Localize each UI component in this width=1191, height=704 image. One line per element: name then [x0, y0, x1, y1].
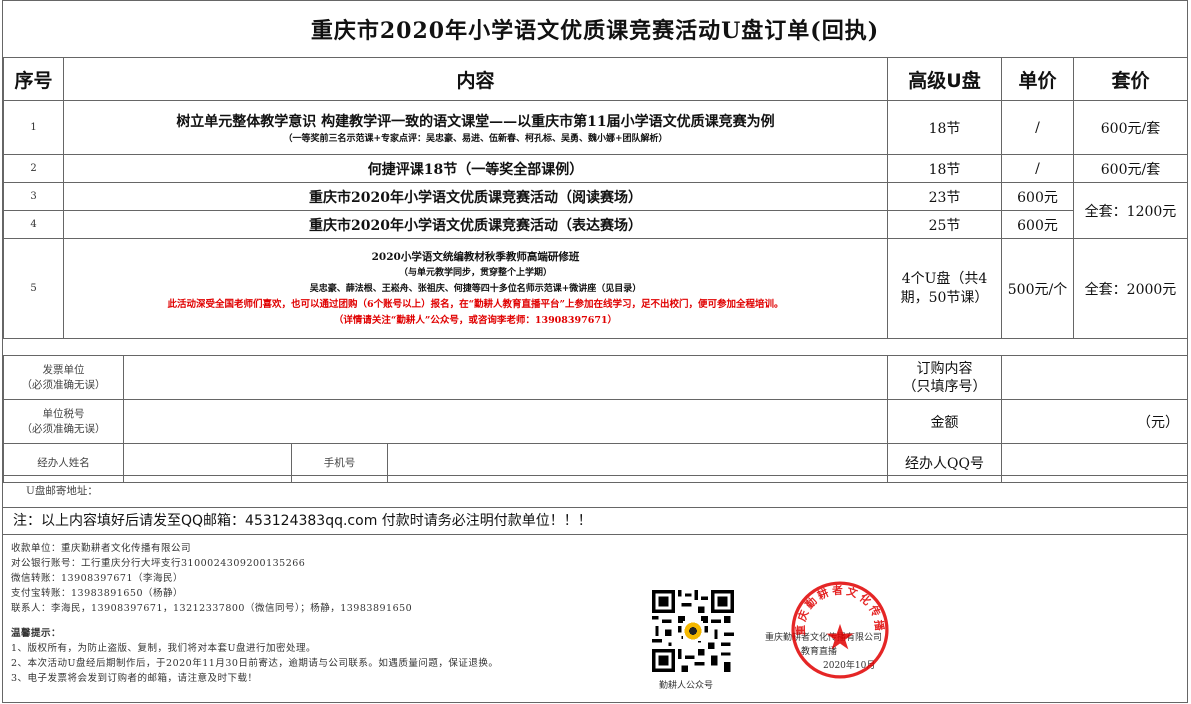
row-no: 1: [3, 100, 64, 155]
row-udisk: 4个U盘（共4期，50节课）: [887, 238, 1002, 339]
qr-code-icon: [652, 590, 734, 672]
col-content: 内容: [63, 57, 888, 101]
row-price: 600元: [1001, 210, 1074, 239]
order-content-field[interactable]: [1001, 355, 1189, 400]
col-no: 序号: [3, 57, 64, 101]
table-row: 5 2020小学语文统编教材秋季教师高端研修班 （与单元教学同步，贯穿整个上学期…: [3, 238, 1188, 339]
row-udisk: 25节: [887, 210, 1002, 239]
alipay-transfer: 支付宝转账：13983891650（杨静）: [11, 588, 183, 599]
row-udisk: 18节: [887, 100, 1002, 155]
row-udisk: 18节: [887, 154, 1002, 183]
invoice-unit-label: 发票单位 （必须准确无误）: [3, 355, 124, 400]
row-price: 600元: [1001, 182, 1074, 211]
info-form: 发票单位 （必须准确无误） 订购内容 （只填序号） 单位税号 （必须准确无误） 金额 …: [3, 355, 1189, 483]
row-price: /: [1001, 100, 1074, 155]
tip-item: 1、版权所有，为防止盗版、复制，我们将对本套U盘进行加密处理。: [11, 643, 317, 654]
row-title: 树立单元整体教学意识 构建教学评一致的语文课堂——以重庆市第11届小学语文优质课…: [176, 114, 775, 130]
row-set: 600元/套: [1073, 154, 1188, 183]
col-price: 单价: [1001, 57, 1074, 101]
row-udisk: 23节: [887, 182, 1002, 211]
bank-account: 对公银行账号：工行重庆分行大坪支行3100024309200135266: [11, 558, 306, 569]
row-price: 500元/个: [1001, 238, 1074, 339]
order-form: 重庆市2020年小学语文优质课竞赛活动U盘订单(回执) 序号 内容 高级U盘 单…: [2, 0, 1189, 703]
row-price: /: [1001, 154, 1074, 183]
row-subtitle: （与单元教学同步，贯穿整个上学期）: [398, 267, 552, 278]
row-title: 2020小学语文统编教材秋季教师高端研修班: [371, 250, 580, 263]
col-udisk: 高级U盘: [887, 57, 1002, 101]
wechat-transfer: 微信转账：13908397671（李海民）: [11, 573, 183, 584]
row-title: 重庆市2020年小学语文优质课竞赛活动（表达赛场）: [63, 210, 888, 239]
page-title: 重庆市2020年小学语文优质课竞赛活动U盘订单(回执): [3, 1, 1187, 58]
row-teachers: 吴忠豪、薛法根、王崧舟、张祖庆、何捷等四十多位名师示范课+微讲座（见目录）: [309, 283, 642, 294]
row-set: 600元/套: [1073, 100, 1188, 155]
svg-text:重庆勤耕者文化传播有限公司: 重庆勤耕者文化传播有限公司: [789, 579, 886, 636]
form-row: 发票单位 （必须准确无误） 订购内容 （只填序号）: [3, 355, 1189, 400]
table-row: 3 重庆市2020年小学语文优质课竞赛活动（阅读赛场） 23节 600元 全套：…: [3, 182, 1188, 239]
row-no: 4: [3, 210, 64, 239]
table-row: 1 树立单元整体教学意识 构建教学评一致的语文课堂——以重庆市第11届小学语文优…: [3, 100, 1188, 155]
form-row: 单位税号 （必须准确无误） 金额 （元）: [3, 399, 1189, 444]
tip-title: 温馨提示：: [11, 628, 62, 639]
payment-info: 收款单位：重庆勤耕者文化传播有限公司 对公银行账号：工行重庆分行大坪支行3100…: [11, 541, 498, 686]
row-contact: （详情请关注“勤耕人”公众号，或咨询李老师：13908397671）: [333, 314, 618, 326]
row-no: 3: [3, 182, 64, 211]
row-content: 2020小学语文统编教材秋季教师高端研修班 （与单元教学同步，贯穿整个上学期） …: [63, 238, 888, 339]
qr-caption: 勤耕人公众号: [659, 681, 714, 691]
col-set: 套价: [1073, 57, 1188, 101]
address-row[interactable]: U盘邮寄地址：: [3, 475, 1187, 508]
company-seal-icon: 重庆勤耕者文化传播有限公司: [789, 579, 889, 679]
payee: 收款单位：重庆勤耕者文化传播有限公司: [11, 543, 192, 554]
row-no: 2: [3, 154, 64, 183]
tax-no-field[interactable]: [122, 399, 889, 444]
amount-label: 金额: [887, 399, 1003, 444]
tip-item: 2、本次活动U盘经后期制作后，于2020年11月30日前寄达，逾期请与公司联系。…: [11, 658, 499, 669]
row-title: 重庆市2020年小学语文优质课竞赛活动（阅读赛场）: [63, 182, 888, 211]
contacts: 联系人：李海民，13908397671，13212337800（微信同号）；杨静…: [11, 603, 413, 614]
row-title: 何捷评课18节（一等奖全部课例）: [63, 154, 888, 183]
table-header: 序号 内容 高级U盘 单价 套价: [3, 57, 1188, 101]
amount-field[interactable]: （元）: [1001, 399, 1189, 444]
tax-no-label: 单位税号 （必须准确无误）: [3, 399, 124, 444]
address-label: U盘邮寄地址：: [26, 485, 98, 497]
row-promo: 此活动深受全国老师们喜欢，也可以通过团购（6个账号以上）报名，在“勤耕人教育直播…: [167, 298, 784, 310]
row-set-combined: 全套：1200元: [1073, 182, 1188, 239]
submit-note: 注：以上内容填好后请发至QQ邮箱：453124383qq.com 付款时请务必注…: [3, 506, 1187, 535]
order-table: 序号 内容 高级U盘 单价 套价 1 树立单元整体教学意识 构建教学评一致的语文…: [3, 57, 1188, 339]
row-content: 树立单元整体教学意识 构建教学评一致的语文课堂——以重庆市第11届小学语文优质课…: [63, 100, 888, 155]
order-content-label: 订购内容 （只填序号）: [887, 355, 1003, 400]
row-set: 全套：2000元: [1073, 238, 1188, 339]
table-row: 2 何捷评课18节（一等奖全部课例） 18节 / 600元/套: [3, 154, 1188, 183]
tip-item: 3、电子发票将会发到订购者的邮箱，请注意及时下载！: [11, 673, 258, 684]
row-subtitle: （一等奖前三名示范课+专家点评：吴忠豪、易进、伍新春、柯孔标、吴勇、魏小娜+团队…: [283, 134, 668, 144]
invoice-unit-field[interactable]: [122, 355, 889, 400]
row-no: 5: [3, 238, 64, 339]
table-row: 4 重庆市2020年小学语文优质课竞赛活动（表达赛场） 25节 600元: [3, 210, 1188, 239]
